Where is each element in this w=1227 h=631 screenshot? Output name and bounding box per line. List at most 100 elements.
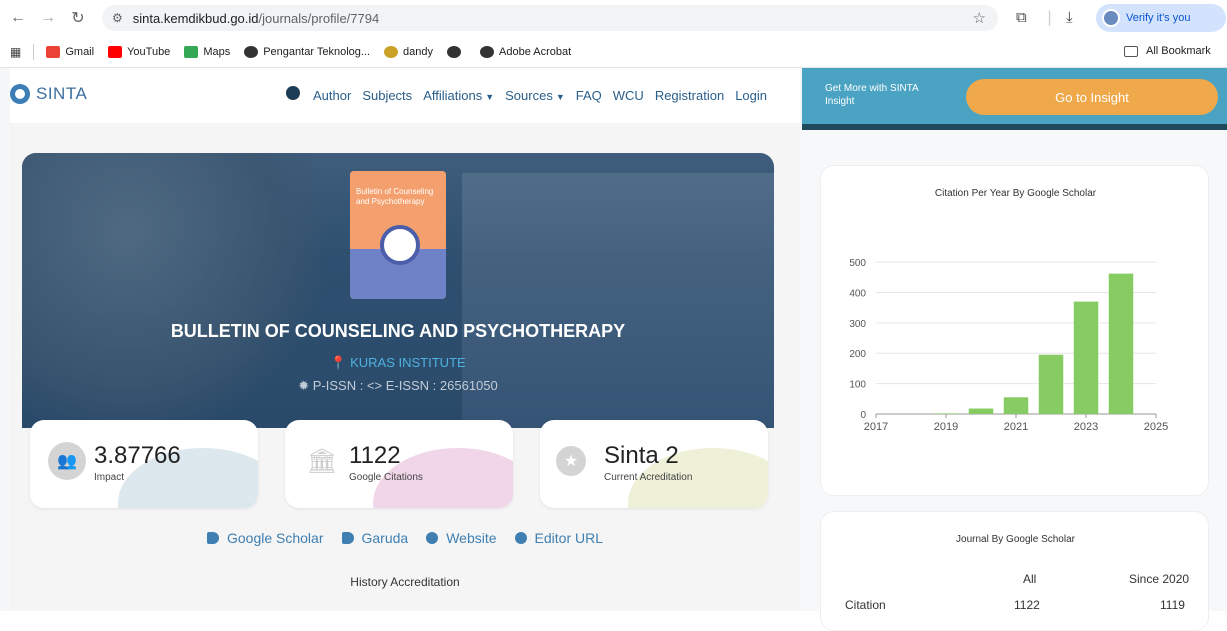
insight-text: Get More with SINTA Insight: [825, 83, 919, 107]
col-all-header: All: [1023, 572, 1037, 586]
citation-chart-card: Citation Per Year By Google Scholar 0 100…: [820, 165, 1209, 496]
extensions-icon[interactable]: ⧉: [1016, 8, 1027, 26]
journal-institution[interactable]: 📍 KURAS INSTITUTE: [22, 355, 774, 371]
link-google-scholar[interactable]: Google Scholar: [206, 530, 324, 546]
nav-affiliations[interactable]: Affiliations ▼: [423, 88, 494, 103]
apps-grid-icon[interactable]: ▦: [10, 45, 21, 59]
issn-label: P-ISSN : <> E-ISSN : 26561050: [312, 378, 498, 393]
x-tick-label: 2025: [1144, 421, 1168, 433]
download-icon[interactable]: ⤓: [1066, 8, 1073, 26]
folder-icon: [1124, 45, 1138, 57]
institution-icon: 🏛: [306, 447, 338, 475]
sinta-logo-icon: [10, 84, 30, 104]
col-since-header: Since 2020: [1129, 572, 1190, 586]
impact-label: Impact: [94, 472, 125, 483]
sinta-logo[interactable]: SINTA: [10, 84, 87, 104]
globe-icon: [514, 532, 527, 544]
x-tick-label: 2019: [934, 421, 958, 433]
nav-sources-label: Sources: [505, 88, 553, 103]
y-tick-label: 500: [849, 258, 866, 269]
bookmark-star-icon[interactable]: ☆: [973, 9, 986, 27]
bookmark-label: dandy: [403, 45, 434, 58]
nav-registration[interactable]: Registration: [655, 88, 724, 103]
cover-logo: [380, 225, 420, 265]
citation-all-value: 1122: [1014, 598, 1040, 612]
home-icon[interactable]: [286, 85, 300, 100]
link-website[interactable]: Website: [426, 530, 497, 546]
verify-profile-button[interactable]: Verify it's you: [1096, 4, 1226, 32]
bookmark-item[interactable]: Maps: [184, 45, 231, 58]
journal-links: Google Scholar Garuda Website Editor URL: [10, 530, 800, 546]
link-editor-url[interactable]: Editor URL: [514, 530, 603, 546]
y-tick-label: 100: [849, 380, 866, 391]
nav-login[interactable]: Login: [735, 88, 767, 103]
bookmark-item[interactable]: Adobe Acrobat: [480, 45, 572, 58]
citation-chart: 0 100 200 300 400 500 2017 2019 2021 2023 2025: [849, 258, 1168, 433]
bookmark-item[interactable]: YouTube: [108, 45, 171, 58]
bar-2024: [1108, 273, 1134, 414]
all-bookmarks-button[interactable]: All Bookmark: [1124, 45, 1211, 57]
nav-author[interactable]: Author: [313, 88, 351, 103]
citations-label: Google Citations: [349, 472, 423, 483]
bookmarks-bar: ▦ Gmail YouTube Maps Pengantar Teknolog... d…: [0, 36, 1227, 68]
site-settings-icon[interactable]: ⚙: [112, 11, 123, 25]
bookmark-label: Pengantar Teknolog...: [263, 45, 371, 58]
go-to-insight-button[interactable]: Go to Insight: [966, 79, 1218, 115]
journal-hero: Bulletin of Counseling and Psychotherapy…: [22, 153, 774, 428]
nav-faq[interactable]: FAQ: [576, 88, 602, 103]
bookmark-label: Maps: [203, 45, 231, 58]
accreditation-value: Sinta 2: [604, 442, 679, 469]
tag-icon: [341, 532, 354, 544]
caret-down-icon: ▼: [555, 92, 565, 102]
logo-text: SINTA: [36, 84, 88, 103]
bar-2019: [933, 413, 959, 414]
impact-value: 3.87766: [94, 442, 181, 469]
bookmark-favicon-icon: [46, 45, 61, 58]
bookmark-label: YouTube: [127, 45, 171, 58]
reload-icon[interactable]: ↻: [66, 6, 90, 30]
url-path: /journals/profile/7794: [258, 10, 380, 26]
page-content: SINTA Author Subjects Affiliations ▼ Sour…: [0, 68, 1227, 631]
citations-value: 1122: [349, 442, 401, 469]
nav-wcu[interactable]: WCU: [613, 88, 644, 103]
bar-2023: [1073, 301, 1099, 414]
bookmarks-divider: [33, 43, 35, 60]
bookmark-item[interactable]: [447, 45, 466, 58]
bookmark-item[interactable]: Pengantar Teknolog...: [244, 45, 371, 58]
forward-icon[interactable]: →: [36, 6, 60, 30]
stat-card-citations: 🏛 1122 Google Citations: [285, 420, 513, 508]
caret-down-icon: ▼: [485, 92, 495, 102]
bookmark-list: Gmail YouTube Maps Pengantar Teknolog... dan…: [46, 45, 585, 58]
journal-scholar-card: Journal By Google Scholar All Since 2020…: [820, 511, 1209, 631]
journal-scholar-title: Journal By Google Scholar: [956, 534, 1075, 545]
bookmark-item[interactable]: dandy: [384, 45, 434, 58]
toolbar-divider: |: [1047, 8, 1053, 26]
x-tick-label: 2017: [864, 421, 888, 433]
verify-label: Verify it's you: [1126, 12, 1191, 24]
bookmark-favicon-icon: [447, 45, 462, 58]
bookmark-favicon-icon: [244, 45, 259, 58]
bar-2021: [1003, 397, 1029, 414]
profile-avatar: [1102, 9, 1120, 27]
group-icon: 👥: [48, 442, 86, 480]
address-bar[interactable]: ⚙ sinta.kemdikbud.go.id/journals/profile…: [102, 5, 998, 31]
link-garuda[interactable]: Garuda: [341, 530, 408, 546]
bookmark-favicon-icon: [108, 45, 123, 58]
right-column: Get More with SINTA Insight Go to Insigh…: [802, 68, 1227, 631]
bookmark-item[interactable]: Gmail: [46, 45, 95, 58]
nav-affiliations-label: Affiliations: [423, 88, 483, 103]
back-icon[interactable]: ←: [6, 6, 30, 30]
bookmark-favicon-icon: [480, 45, 495, 58]
bar-2020: [968, 408, 994, 414]
bookmark-label: Gmail: [65, 45, 95, 58]
y-tick-label: 200: [849, 349, 866, 360]
nav-subjects[interactable]: Subjects: [362, 88, 412, 103]
main-nav: Author Subjects Affiliations ▼ Sources ▼ F…: [286, 85, 778, 103]
nav-sources[interactable]: Sources ▼: [505, 88, 565, 103]
history-accreditation-heading: History Accreditation: [350, 575, 460, 589]
citation-row-label: Citation: [845, 598, 886, 612]
stat-card-accreditation: ★ Sinta 2 Current Acreditation: [540, 420, 768, 508]
cover-title: Bulletin of Counseling and Psychotherapy: [356, 187, 434, 206]
bookmark-label: Adobe Acrobat: [499, 45, 572, 58]
gear-icon: ✹: [298, 378, 313, 393]
